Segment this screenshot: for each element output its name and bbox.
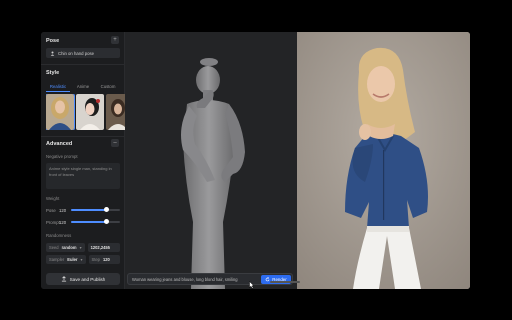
sampler-value: Euler [67,257,78,262]
render-result-image [297,32,470,289]
pose-weight-slider[interactable]: Pose 120 [46,206,120,214]
slider-value: 120 [59,207,67,213]
custom-thumbnail-image [106,94,125,130]
prompt-text: Woman wearing jeans and blouse, long blo… [132,277,238,282]
seed-mode: random [61,245,77,250]
seed-number: 1202,2455 [90,245,110,250]
negative-prompt-label: Negative prompt [46,154,78,159]
pose-value: Chin on hand pose [58,50,95,56]
seed-number-field[interactable]: 1202,2455 [87,243,120,252]
person-icon [50,51,55,56]
sampler-key: Sampler [49,257,65,262]
step-value: 120 [102,257,110,262]
collapse-advanced-button[interactable]: – [111,139,119,147]
seed-dropdown[interactable]: Seed random ▾ [46,243,85,252]
pose-mannequin-figure [181,58,245,289]
settings-panel: Pose + Chin on hand pose Style Realistic… [41,32,125,289]
style-section-title: Style [46,70,60,76]
weight-label: Weight [46,196,60,201]
divider [41,136,125,137]
pose-canvas[interactable] [125,32,297,289]
pose-section-title: Pose [46,38,60,44]
randomness-label: Randomness [46,233,72,238]
slider-label: Prompt [46,219,60,225]
style-thumbnails [46,94,125,130]
negative-prompt-input[interactable]: Anime style single man, standing in fron… [46,163,120,189]
style-thumbnail-anime[interactable] [76,94,104,130]
seed-key: Seed [49,245,59,250]
style-thumbnail-realistic[interactable] [46,94,75,130]
tab-custom[interactable]: Custom [96,83,120,92]
realistic-thumbnail-image [46,94,74,130]
chevron-down-icon: ▾ [79,245,82,250]
save-publish-label: Save and Publish [69,276,106,282]
sampler-row: Sampler Euler ▾ Step 120 [46,255,120,264]
render-result-picture [297,32,470,289]
slider-label: Pose [46,207,56,213]
slider-track[interactable] [71,219,120,225]
style-thumbnail-custom[interactable] [106,94,125,130]
app-window: Pose + Chin on hand pose Style Realistic… [41,32,470,289]
upload-icon [61,276,66,282]
advanced-section-title: Advanced [46,141,73,147]
slider-handle[interactable] [103,219,109,225]
style-tabs: Realistic Anime Custom [46,83,120,92]
divider [41,64,125,65]
tab-anime[interactable]: Anime [71,83,95,92]
step-field[interactable]: Step 120 [88,255,120,264]
tab-realistic[interactable]: Realistic [46,83,70,92]
anime-thumbnail-image [76,94,104,130]
prompt-weight-slider[interactable]: Prompt 120 [46,218,120,226]
mouse-cursor-icon [249,281,255,289]
add-pose-button[interactable]: + [111,36,119,44]
horizontal-scrollbar[interactable] [270,281,300,283]
seed-row: Seed random ▾ 1202,2455 [46,243,120,252]
save-publish-button[interactable]: Save and Publish [46,273,120,285]
slider-value: 120 [59,219,67,225]
sampler-dropdown[interactable]: Sampler Euler ▾ [46,255,86,264]
chevron-down-icon: ▾ [80,257,83,262]
slider-handle[interactable] [103,207,109,213]
pose-selector[interactable]: Chin on hand pose [46,48,120,58]
step-key: Step [91,257,100,262]
slider-track[interactable] [71,207,120,213]
